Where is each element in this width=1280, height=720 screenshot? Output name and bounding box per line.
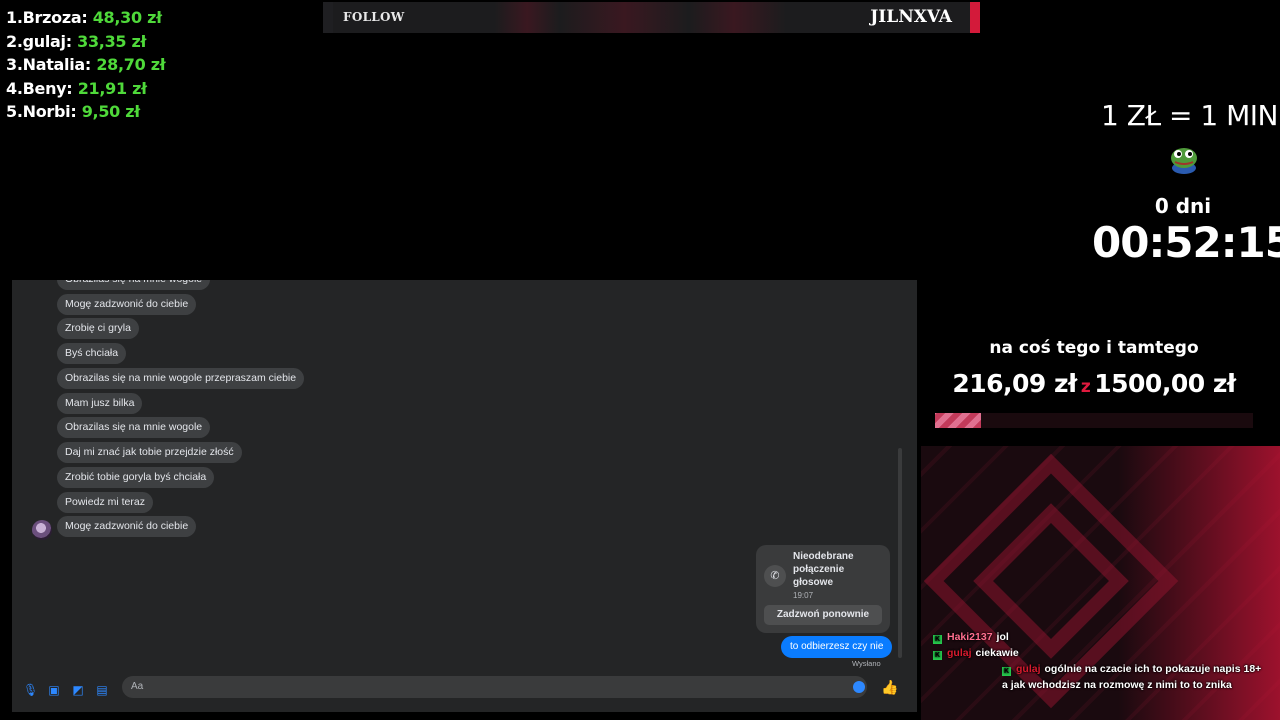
leaderboard-row: 3.Natalia: 28,70 zł [6, 53, 166, 77]
message-bubble: Mam jusz bilka [57, 393, 143, 414]
lb-name: Norbi: [22, 102, 77, 121]
missed-call-title: Nieodebrane połączenie głosowe [793, 551, 854, 588]
message-scrollbar[interactable] [898, 448, 902, 658]
lb-amount: 28,70 zł [96, 55, 166, 74]
message-bubble: Byś chciała [57, 343, 127, 364]
composer-bar: 🎙 ▣ ◩ ▤ Aa 👍 [12, 676, 917, 712]
message-bubble: Mogę zadzwonić do ciebie [57, 294, 197, 315]
message-bubble: Daj mi znać jak tobie przejdzie złość [57, 442, 242, 463]
chat-username[interactable]: gulaj [1016, 663, 1041, 675]
lb-amount: 21,91 zł [77, 78, 147, 98]
message-bubble: Zrobię ci gryla [57, 318, 139, 339]
messenger-window: Obrazilas się na mnie wogole Mogę zadzwo… [12, 280, 917, 712]
donor-leaderboard: 1.Brzoza: 48,30 zł 2.gulaj: 33,35 zł 3.N… [6, 6, 166, 124]
goal-values: 216,09 zł z 1500,00 zł [935, 369, 1253, 398]
lb-amount: 48,30 zł [92, 8, 162, 27]
timer-days: 0 dni [1154, 194, 1212, 218]
leaderboard-row: 1.Brzoza: 48,30 zł [6, 6, 165, 30]
chat-message: Kgulaj ciekawie [933, 646, 1273, 662]
lb-name: Brzoza: [22, 8, 88, 27]
leaderboard-row: 2.gulaj: 33,35 zł [6, 30, 165, 54]
call-again-button[interactable]: Zadzwoń ponownie [764, 605, 882, 625]
message-bubble: Obrazilas się na mnie wogole przepraszam… [57, 368, 305, 389]
lb-rank: 1. [6, 8, 23, 27]
missed-call-icon: ✆ [764, 565, 786, 587]
message-bubble: Zrobić tobie goryla byś chciała [57, 467, 215, 488]
chat-username[interactable]: Haki2137 [947, 631, 993, 643]
pepe-emote-icon [1171, 148, 1197, 174]
chat-message: K Haki2137 jol [933, 630, 1273, 646]
contact-avatar[interactable] [32, 520, 52, 540]
chat-username[interactable]: gulaj [947, 647, 972, 659]
goal-target: 1500,00 zł [1094, 369, 1236, 398]
lb-name: Natalia: [22, 55, 92, 74]
leaderboard-row: 5.Norbi: 9,50 zł [6, 100, 165, 124]
chat-text: jol [996, 631, 1009, 643]
gif-icon[interactable]: ▤ [95, 684, 109, 696]
leaderboard-row: 4.Beny: 21,91 zł [6, 77, 165, 101]
kick-badge-icon: K [933, 651, 942, 660]
sent-message-bubble: to odbierzesz czy nie [781, 636, 893, 658]
emoji-icon[interactable] [853, 681, 865, 693]
sent-status: Wysłano [852, 659, 881, 668]
message-bubble: Powiedz mi teraz [57, 492, 153, 513]
lb-rank: 5. [6, 102, 23, 121]
missed-call-card: ✆ Nieodebrane połączenie głosowe 19:07 Z… [756, 545, 890, 633]
kick-badge-icon: K [1002, 667, 1011, 676]
chat-message: Kgulaj ogólnie na czacie ich to pokazuje … [1002, 662, 1267, 693]
lb-name: gulaj: [22, 31, 73, 51]
follow-label: FOLLOW [343, 10, 405, 24]
goal-separator: z [1080, 377, 1091, 397]
goal-progress-fill [935, 413, 981, 428]
goal-title: na coś tego i tamtego [989, 338, 1199, 358]
timer-clock: 00:52:15 [1092, 218, 1280, 267]
microphone-icon[interactable]: 🎙 [23, 684, 38, 696]
message-bubble: Obrazilas się na mnie wogole [57, 417, 211, 438]
rate-text: 1 ZŁ = 1 MIN [1101, 99, 1278, 132]
message-input[interactable]: Aa [122, 676, 867, 698]
chat-text: ciekawie [975, 647, 1019, 659]
missed-call-time: 19:07 [793, 591, 814, 600]
image-icon[interactable]: ▣ [47, 684, 61, 696]
lb-amount: 33,35 zł [77, 31, 147, 51]
follow-name: JILNXVA [870, 7, 952, 27]
follow-banner: FOLLOW JILNXVA [323, 2, 980, 33]
lb-rank: 4. [6, 78, 23, 98]
goal-current: 216,09 zł [952, 369, 1077, 398]
lb-rank: 3. [6, 55, 23, 74]
lb-rank: 2. [6, 31, 23, 51]
like-icon[interactable]: 👍 [881, 679, 898, 695]
message-bubble: Mogę zadzwonić do ciebie [57, 516, 197, 537]
goal-progress-bar [935, 413, 1253, 428]
lb-amount: 9,50 zł [81, 102, 141, 121]
kick-badge-icon: K [933, 635, 942, 644]
sticker-icon[interactable]: ◩ [71, 684, 85, 696]
message-bubble: Obrazilas się na mnie wogole [57, 280, 211, 290]
stream-chat-panel: K Haki2137 jol Kgulaj ciekawie Kgulaj ogólni… [921, 446, 1280, 720]
follow-accent-bar [970, 2, 980, 33]
lb-name: Beny: [22, 78, 73, 98]
